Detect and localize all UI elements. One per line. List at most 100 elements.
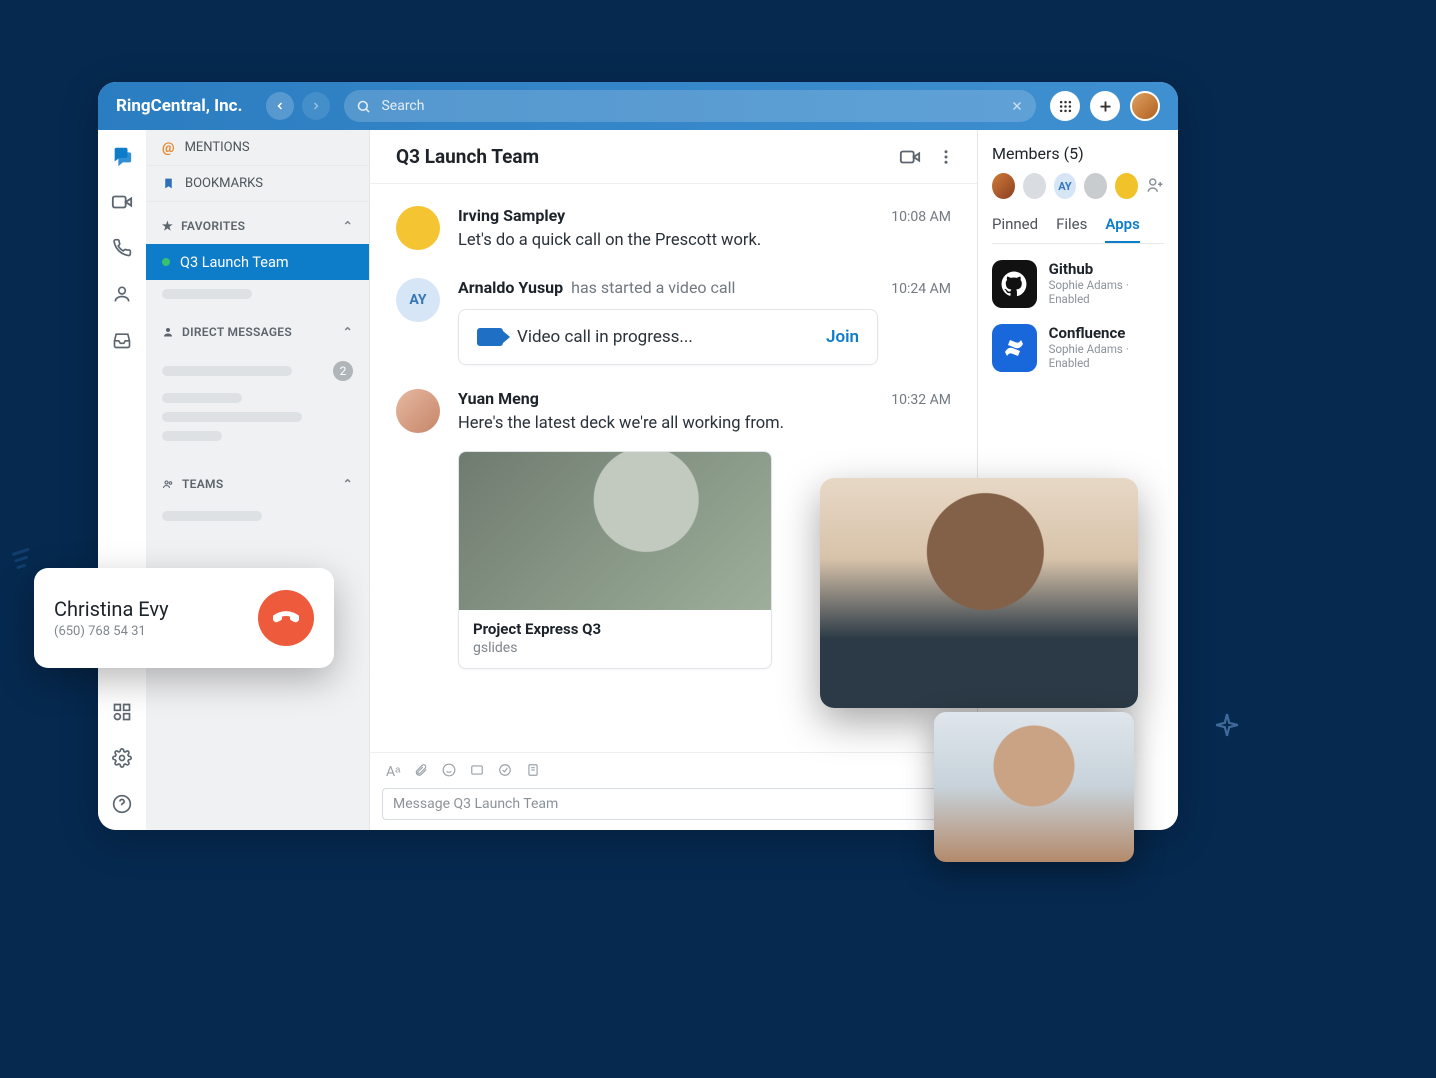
list-item[interactable] <box>162 412 302 422</box>
emoji-button[interactable] <box>442 763 456 780</box>
rail-phone-icon[interactable] <box>110 236 134 260</box>
video-call-card: Video call in progress... Join <box>458 309 878 365</box>
rail-contacts-icon[interactable] <box>110 282 134 306</box>
format-button[interactable]: Aᵃ <box>386 763 400 780</box>
star-icon: ★ <box>162 219 173 233</box>
rail-messages-icon[interactable] <box>110 144 134 168</box>
teams-icon <box>162 478 174 490</box>
sidebar-mentions[interactable]: @ MENTIONS <box>146 130 369 166</box>
sparkle-icon <box>1214 712 1240 738</box>
join-call-button[interactable]: Join <box>826 327 859 347</box>
gif-button[interactable] <box>470 763 484 780</box>
search-placeholder: Search <box>381 98 424 114</box>
message-input[interactable]: Message Q3 Launch Team <box>382 788 965 820</box>
profile-avatar[interactable] <box>1130 91 1160 121</box>
chat-message: AY Arnaldo Yusup has started a video cal… <box>396 266 951 377</box>
tab-apps[interactable]: Apps <box>1105 215 1139 243</box>
call-status-text: Video call in progress... <box>517 327 693 347</box>
member-avatar[interactable] <box>1115 173 1138 199</box>
favorites-header[interactable]: ★ FAVORITES ⌃ <box>146 208 369 244</box>
dm-label: DIRECT MESSAGES <box>182 325 292 339</box>
message-time: 10:08 AM <box>891 209 951 225</box>
members-row: AY <box>992 173 1164 199</box>
confluence-icon <box>992 324 1037 372</box>
message-author[interactable]: Irving Sampley <box>458 206 565 225</box>
video-tile-self[interactable] <box>934 712 1134 862</box>
mentions-label: MENTIONS <box>185 140 250 155</box>
video-tile-main[interactable] <box>820 478 1138 708</box>
app-name: Confluence <box>1049 324 1164 342</box>
avatar[interactable] <box>396 206 440 250</box>
nav-back-button[interactable] <box>266 92 294 120</box>
new-action-button[interactable] <box>1090 91 1120 121</box>
rail-help-icon[interactable] <box>110 792 134 816</box>
sidebar-bookmarks[interactable]: BOOKMARKS <box>146 166 369 202</box>
avatar[interactable]: AY <box>396 278 440 322</box>
avatar[interactable] <box>396 389 440 433</box>
note-button[interactable] <box>526 763 540 780</box>
nav-forward-button[interactable] <box>302 92 330 120</box>
task-button[interactable] <box>498 763 512 780</box>
list-item[interactable] <box>162 289 252 299</box>
call-contact-number: (650) 768 54 31 <box>54 624 169 639</box>
favorite-item-q3-launch-team[interactable]: Q3 Launch Team <box>146 244 369 280</box>
more-options-button[interactable] <box>937 148 955 166</box>
message-author[interactable]: Arnaldo Yusup <box>458 278 563 297</box>
details-tabs: Pinned Files Apps <box>992 215 1164 244</box>
teams-header[interactable]: TEAMS ⌃ <box>146 466 369 502</box>
composer: Aᵃ <box>370 752 977 830</box>
hangup-button[interactable] <box>258 590 314 646</box>
brand-title: RingCentral, Inc. <box>116 96 242 116</box>
rail-video-icon[interactable] <box>110 190 134 214</box>
chat-title: Q3 Launch Team <box>396 145 539 168</box>
member-avatar[interactable]: AY <box>1054 173 1077 199</box>
app-item-confluence[interactable]: Confluence Sophie Adams · Enabled <box>992 324 1164 372</box>
list-item[interactable]: 2 <box>146 358 369 384</box>
attachment-title: Project Express Q3 <box>473 620 757 638</box>
chevron-up-icon: ⌃ <box>343 219 353 233</box>
message-placeholder: Message Q3 Launch Team <box>393 796 558 812</box>
camera-icon <box>477 328 503 346</box>
tab-files[interactable]: Files <box>1056 215 1087 243</box>
github-icon <box>992 260 1037 308</box>
member-avatar[interactable] <box>992 173 1015 199</box>
app-subtitle: Sophie Adams · Enabled <box>1049 278 1164 306</box>
nav-rail <box>98 130 146 830</box>
rail-settings-icon[interactable] <box>110 746 134 770</box>
member-avatar[interactable] <box>1023 173 1046 199</box>
app-subtitle: Sophie Adams · Enabled <box>1049 342 1164 370</box>
titlebar-right <box>1050 91 1160 121</box>
rail-apps-icon[interactable] <box>110 700 134 724</box>
list-item[interactable] <box>162 511 262 521</box>
at-icon: @ <box>162 140 175 156</box>
rail-inbox-icon[interactable] <box>110 328 134 352</box>
app-item-github[interactable]: Github Sophie Adams · Enabled <box>992 260 1164 308</box>
tab-pinned[interactable]: Pinned <box>992 215 1038 243</box>
bookmark-icon <box>162 177 175 190</box>
start-video-button[interactable] <box>899 146 921 168</box>
message-aux: has started a video call <box>571 278 735 297</box>
add-member-button[interactable] <box>1146 176 1164 196</box>
list-item[interactable] <box>162 431 222 441</box>
search-input[interactable]: Search <box>344 90 1036 122</box>
members-label: Members (5) <box>992 144 1164 163</box>
call-card: Christina Evy (650) 768 54 31 <box>34 568 334 668</box>
member-avatar[interactable] <box>1084 173 1107 199</box>
chevron-up-icon: ⌃ <box>343 477 353 491</box>
plus-icon <box>1098 99 1113 114</box>
message-author[interactable]: Yuan Meng <box>458 389 539 408</box>
presence-dot <box>162 258 170 266</box>
message-text: Here's the latest deck we're all working… <box>458 412 951 437</box>
dialpad-button[interactable] <box>1050 91 1080 121</box>
gear-icon <box>112 748 132 768</box>
attachment-subtitle: gslides <box>473 640 757 656</box>
attach-button[interactable] <box>414 763 428 780</box>
dm-header[interactable]: DIRECT MESSAGES ⌃ <box>146 314 369 350</box>
search-icon <box>356 99 371 114</box>
clear-search-icon[interactable] <box>1010 99 1024 113</box>
attachment-card[interactable]: Project Express Q3 gslides <box>458 451 772 669</box>
message-time: 10:24 AM <box>891 281 951 297</box>
list-item[interactable] <box>162 393 242 403</box>
phone-hangup-icon <box>273 605 299 631</box>
chat-message: Irving Sampley 10:08 AM Let's do a quick… <box>396 194 951 266</box>
